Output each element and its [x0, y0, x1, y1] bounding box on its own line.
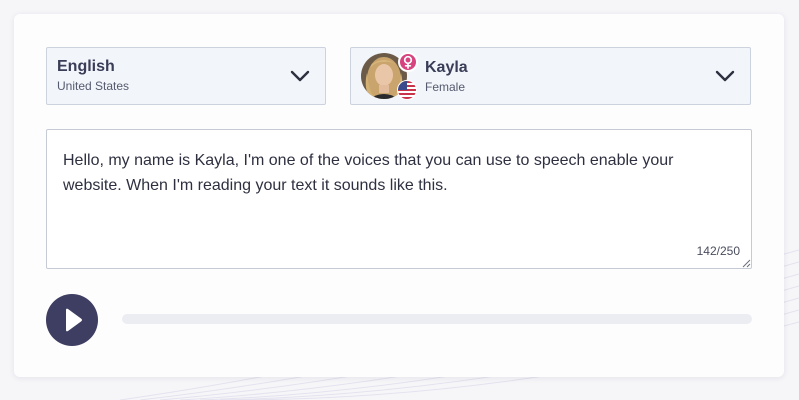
- play-icon: [66, 308, 82, 332]
- us-flag-icon: [397, 80, 417, 100]
- tts-demo-card: English United States Kayla Female Hello…: [14, 14, 784, 377]
- playback-progress-bar[interactable]: [122, 314, 752, 324]
- language-select[interactable]: English United States: [46, 47, 326, 105]
- chevron-down-icon: [715, 70, 735, 82]
- female-symbol-icon: [398, 52, 418, 72]
- resize-grip-icon[interactable]: [741, 258, 751, 268]
- voice-name: Kayla: [425, 59, 468, 76]
- voice-select[interactable]: Kayla Female: [350, 47, 751, 105]
- region-label: United States: [57, 79, 130, 93]
- voice-gender: Female: [425, 80, 466, 94]
- language-label: English: [57, 58, 115, 75]
- character-counter: 142/250: [696, 244, 740, 258]
- play-button[interactable]: [46, 294, 98, 346]
- chevron-down-icon: [290, 70, 310, 82]
